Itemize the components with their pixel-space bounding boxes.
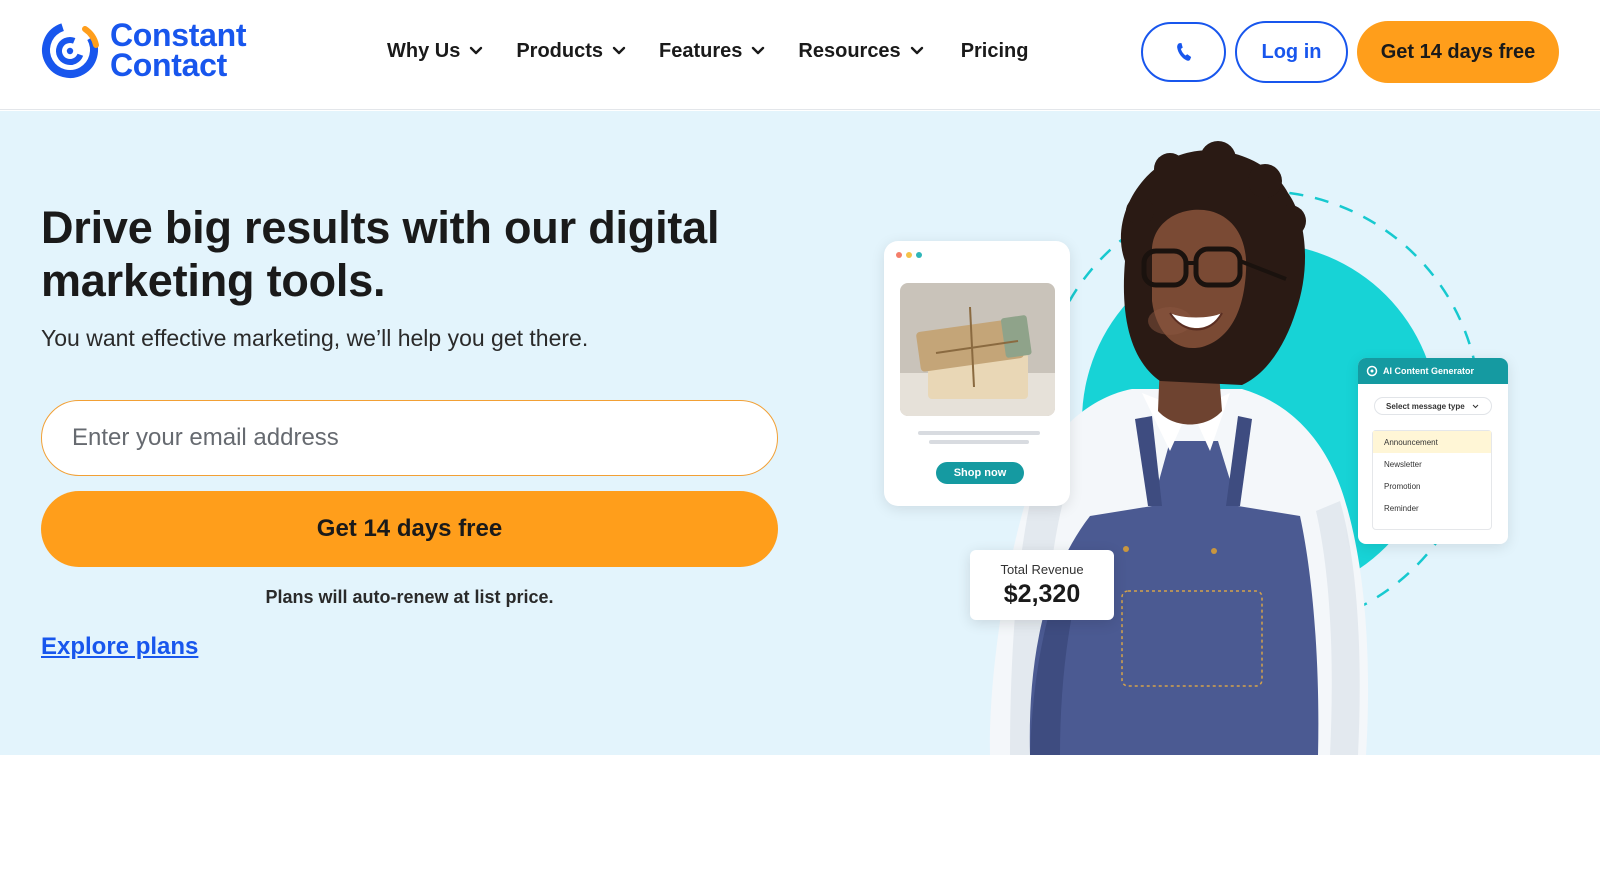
nav-item-resources[interactable]: Resources — [798, 40, 923, 63]
nav-label: Features — [659, 39, 743, 62]
window-dots — [896, 252, 922, 258]
header-free-trial-button[interactable]: Get 14 days free — [1357, 21, 1559, 83]
hero-illustration: Shop now AI Content Generator Select mes… — [870, 111, 1600, 755]
revenue-value: $2,320 — [1003, 580, 1081, 608]
explore-plans-link[interactable]: Explore plans — [41, 633, 198, 661]
ai-content-generator-card: AI Content Generator Select message type… — [1358, 358, 1508, 544]
hero-subhead: You want effective marketing, we’ll help… — [41, 325, 589, 351]
auto-renew-note: Plans will auto-renew at list price. — [265, 587, 554, 607]
ai-card-title: AI Content Generator — [1383, 366, 1475, 376]
revenue-label: Total Revenue — [1000, 562, 1084, 577]
nav-label: Resources — [798, 39, 901, 62]
main-nav: Why Us Products Features Resources Prici… — [387, 36, 1061, 66]
message-type-options: Announcement Newsletter Promotion Remind… — [1372, 430, 1492, 530]
chevron-down-icon — [910, 46, 923, 55]
logo-wordmark: Constant Contact — [110, 17, 247, 83]
select-label: Select message type — [1386, 401, 1465, 411]
logo-line-1: Constant — [110, 17, 247, 53]
logo-line-2: Contact — [110, 47, 228, 83]
login-button[interactable]: Log in — [1235, 21, 1348, 83]
total-revenue-card: Total Revenue $2,320 — [970, 550, 1114, 620]
option-announcement: Announcement — [1373, 431, 1491, 453]
chevron-down-icon — [752, 46, 765, 55]
nav-item-why-us[interactable]: Why Us — [387, 40, 483, 63]
phone-icon — [1176, 43, 1191, 61]
logo-mark-icon — [42, 22, 99, 78]
nav-label: Products — [516, 39, 604, 62]
nav-label: Why Us — [387, 39, 461, 62]
shop-now-button: Shop now — [936, 462, 1024, 484]
message-type-select: Select message type — [1374, 397, 1492, 415]
option-promotion: Promotion — [1384, 481, 1421, 491]
hero-free-trial-button[interactable]: Get 14 days free — [41, 491, 778, 567]
soap-product-image — [900, 283, 1055, 416]
site-header: Constant Contact Why Us Products Feature… — [0, 0, 1600, 110]
option-reminder: Reminder — [1384, 503, 1419, 513]
nav-item-pricing[interactable]: Pricing — [961, 40, 1029, 63]
chevron-down-icon — [612, 46, 626, 55]
ai-logo-icon — [1366, 365, 1378, 377]
option-newsletter: Newsletter — [1384, 459, 1422, 469]
constant-contact-logo[interactable]: Constant Contact — [38, 17, 247, 83]
chevron-down-icon — [470, 46, 483, 55]
chevron-down-icon — [1472, 404, 1479, 408]
nav-item-products[interactable]: Products — [516, 40, 626, 63]
email-input[interactable] — [41, 400, 778, 476]
hero-headline: Drive big results with our digital marke… — [41, 202, 720, 306]
ai-card-header: AI Content Generator — [1358, 358, 1508, 384]
shop-preview-card: Shop now — [884, 241, 1070, 506]
nav-item-features[interactable]: Features — [659, 40, 765, 63]
phone-button[interactable] — [1141, 22, 1226, 82]
hero-section: Drive big results with our digital marke… — [0, 111, 1600, 755]
